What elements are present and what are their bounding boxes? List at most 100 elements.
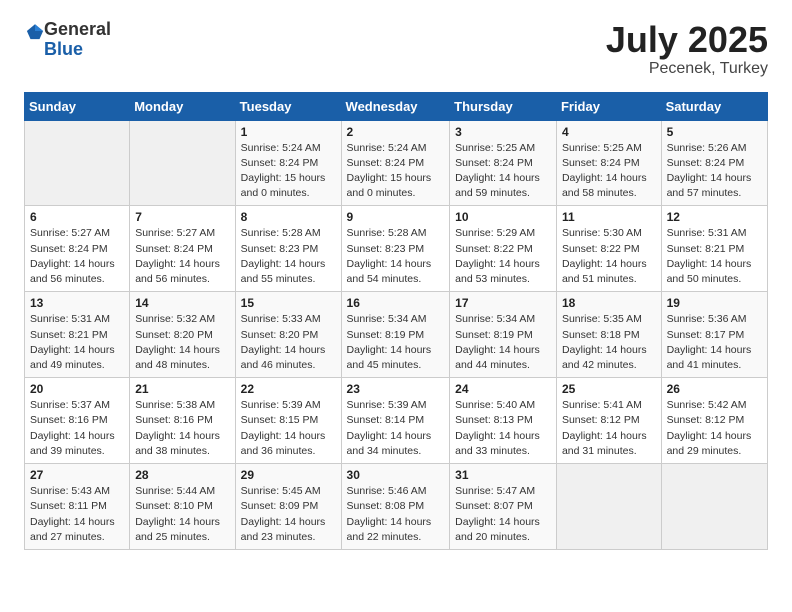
day-number: 5: [667, 125, 762, 139]
day-number: 8: [241, 210, 336, 224]
day-number: 16: [347, 296, 445, 310]
day-info: Sunrise: 5:27 AMSunset: 8:24 PMDaylight:…: [30, 226, 124, 287]
day-info: Sunrise: 5:34 AMSunset: 8:19 PMDaylight:…: [455, 312, 551, 373]
calendar-cell: 3 Sunrise: 5:25 AMSunset: 8:24 PMDaylight…: [450, 120, 557, 206]
day-info: Sunrise: 5:32 AMSunset: 8:20 PMDaylight:…: [135, 312, 229, 373]
weekday-header-row: SundayMondayTuesdayWednesdayThursdayFrid…: [25, 92, 768, 120]
calendar-cell: 9 Sunrise: 5:28 AMSunset: 8:23 PMDaylight…: [341, 206, 450, 292]
weekday-header: Wednesday: [341, 92, 450, 120]
calendar-cell: 15Sunrise: 5:33 AMSunset: 8:20 PMDayligh…: [235, 292, 341, 378]
calendar-week-row: 27 Sunrise: 5:43 AMSunset: 8:11 PMDayligh…: [25, 464, 768, 550]
calendar-cell: 5Sunrise: 5:26 AMSunset: 8:24 PMDaylight…: [661, 120, 767, 206]
calendar-cell: 27 Sunrise: 5:43 AMSunset: 8:11 PMDayligh…: [25, 464, 130, 550]
calendar-cell: [130, 120, 235, 206]
calendar-cell: 26 Sunrise: 5:42 AMSunset: 8:12 PMDayligh…: [661, 378, 767, 464]
day-info: Sunrise: 5:39 AMSunset: 8:15 PMDaylight:…: [241, 398, 336, 459]
day-info: Sunrise: 5:28 AMSunset: 8:23 PMDaylight:…: [347, 226, 445, 287]
calendar-cell: 23 Sunrise: 5:39 AMSunset: 8:14 PMDayligh…: [341, 378, 450, 464]
month-title: July 2025: [606, 20, 768, 60]
day-info: Sunrise: 5:46 AMSunset: 8:08 PMDaylight:…: [347, 484, 445, 545]
day-number: 31: [455, 468, 551, 482]
calendar-cell: 7 Sunrise: 5:27 AMSunset: 8:24 PMDaylight…: [130, 206, 235, 292]
day-info: Sunrise: 5:30 AMSunset: 8:22 PMDaylight:…: [562, 226, 656, 287]
calendar-week-row: 6 Sunrise: 5:27 AMSunset: 8:24 PMDaylight…: [25, 206, 768, 292]
calendar-cell: [25, 120, 130, 206]
day-info: Sunrise: 5:34 AMSunset: 8:19 PMDaylight:…: [347, 312, 445, 373]
location-title: Pecenek, Turkey: [606, 60, 768, 78]
calendar-cell: 29Sunrise: 5:45 AMSunset: 8:09 PMDayligh…: [235, 464, 341, 550]
day-number: 25: [562, 382, 656, 396]
calendar-cell: 10 Sunrise: 5:29 AMSunset: 8:22 PMDayligh…: [450, 206, 557, 292]
day-info: Sunrise: 5:24 AMSunset: 8:24 PMDaylight:…: [241, 141, 336, 202]
day-info: Sunrise: 5:25 AMSunset: 8:24 PMDaylight:…: [455, 141, 551, 202]
calendar-week-row: 13 Sunrise: 5:31 AMSunset: 8:21 PMDayligh…: [25, 292, 768, 378]
calendar-cell: 11Sunrise: 5:30 AMSunset: 8:22 PMDayligh…: [556, 206, 661, 292]
calendar-cell: 12 Sunrise: 5:31 AMSunset: 8:21 PMDayligh…: [661, 206, 767, 292]
calendar-week-row: 1 Sunrise: 5:24 AMSunset: 8:24 PMDaylight…: [25, 120, 768, 206]
day-info: Sunrise: 5:27 AMSunset: 8:24 PMDaylight:…: [135, 226, 229, 287]
day-number: 1: [241, 125, 336, 139]
calendar-cell: 2Sunrise: 5:24 AMSunset: 8:24 PMDaylight…: [341, 120, 450, 206]
weekday-header: Saturday: [661, 92, 767, 120]
calendar-cell: 19 Sunrise: 5:36 AMSunset: 8:17 PMDayligh…: [661, 292, 767, 378]
page: General Blue July 2025 Pecenek, Turkey S…: [0, 0, 792, 612]
day-number: 19: [667, 296, 762, 310]
day-info: Sunrise: 5:31 AMSunset: 8:21 PMDaylight:…: [667, 226, 762, 287]
day-number: 26: [667, 382, 762, 396]
day-info: Sunrise: 5:29 AMSunset: 8:22 PMDaylight:…: [455, 226, 551, 287]
day-info: Sunrise: 5:43 AMSunset: 8:11 PMDaylight:…: [30, 484, 124, 545]
day-number: 28: [135, 468, 229, 482]
day-number: 30: [347, 468, 445, 482]
day-number: 14: [135, 296, 229, 310]
calendar-cell: 1 Sunrise: 5:24 AMSunset: 8:24 PMDaylight…: [235, 120, 341, 206]
logo-blue: Blue: [44, 40, 111, 60]
calendar-cell: 18 Sunrise: 5:35 AMSunset: 8:18 PMDayligh…: [556, 292, 661, 378]
calendar-cell: 8 Sunrise: 5:28 AMSunset: 8:23 PMDaylight…: [235, 206, 341, 292]
day-number: 2: [347, 125, 445, 139]
title-block: July 2025 Pecenek, Turkey: [606, 20, 768, 78]
weekday-header: Sunday: [25, 92, 130, 120]
day-number: 18: [562, 296, 656, 310]
day-info: Sunrise: 5:39 AMSunset: 8:14 PMDaylight:…: [347, 398, 445, 459]
calendar-cell: 28 Sunrise: 5:44 AMSunset: 8:10 PMDayligh…: [130, 464, 235, 550]
day-info: Sunrise: 5:42 AMSunset: 8:12 PMDaylight:…: [667, 398, 762, 459]
day-number: 13: [30, 296, 124, 310]
day-number: 27: [30, 468, 124, 482]
logo-icon: [26, 22, 44, 40]
day-number: 20: [30, 382, 124, 396]
day-info: Sunrise: 5:38 AMSunset: 8:16 PMDaylight:…: [135, 398, 229, 459]
day-number: 23: [347, 382, 445, 396]
calendar-cell: 14 Sunrise: 5:32 AMSunset: 8:20 PMDayligh…: [130, 292, 235, 378]
calendar-cell: 13 Sunrise: 5:31 AMSunset: 8:21 PMDayligh…: [25, 292, 130, 378]
calendar-cell: 4 Sunrise: 5:25 AMSunset: 8:24 PMDaylight…: [556, 120, 661, 206]
calendar-cell: 24Sunrise: 5:40 AMSunset: 8:13 PMDayligh…: [450, 378, 557, 464]
logo-general: General: [44, 20, 111, 40]
day-number: 22: [241, 382, 336, 396]
day-info: Sunrise: 5:25 AMSunset: 8:24 PMDaylight:…: [562, 141, 656, 202]
calendar-cell: 17 Sunrise: 5:34 AMSunset: 8:19 PMDayligh…: [450, 292, 557, 378]
day-number: 9: [347, 210, 445, 224]
weekday-header: Tuesday: [235, 92, 341, 120]
day-info: Sunrise: 5:37 AMSunset: 8:16 PMDaylight:…: [30, 398, 124, 459]
day-number: 17: [455, 296, 551, 310]
day-number: 6: [30, 210, 124, 224]
calendar-cell: 25Sunrise: 5:41 AMSunset: 8:12 PMDayligh…: [556, 378, 661, 464]
logo: General Blue: [24, 20, 111, 60]
calendar-cell: 6 Sunrise: 5:27 AMSunset: 8:24 PMDaylight…: [25, 206, 130, 292]
day-info: Sunrise: 5:31 AMSunset: 8:21 PMDaylight:…: [30, 312, 124, 373]
day-number: 21: [135, 382, 229, 396]
day-number: 3: [455, 125, 551, 139]
day-number: 4: [562, 125, 656, 139]
day-number: 12: [667, 210, 762, 224]
day-number: 24: [455, 382, 551, 396]
day-info: Sunrise: 5:35 AMSunset: 8:18 PMDaylight:…: [562, 312, 656, 373]
day-info: Sunrise: 5:28 AMSunset: 8:23 PMDaylight:…: [241, 226, 336, 287]
day-number: 7: [135, 210, 229, 224]
calendar-cell: 30 Sunrise: 5:46 AMSunset: 8:08 PMDayligh…: [341, 464, 450, 550]
day-info: Sunrise: 5:36 AMSunset: 8:17 PMDaylight:…: [667, 312, 762, 373]
calendar-cell: 21 Sunrise: 5:38 AMSunset: 8:16 PMDayligh…: [130, 378, 235, 464]
calendar-cell: [661, 464, 767, 550]
day-info: Sunrise: 5:44 AMSunset: 8:10 PMDaylight:…: [135, 484, 229, 545]
day-number: 10: [455, 210, 551, 224]
weekday-header: Monday: [130, 92, 235, 120]
